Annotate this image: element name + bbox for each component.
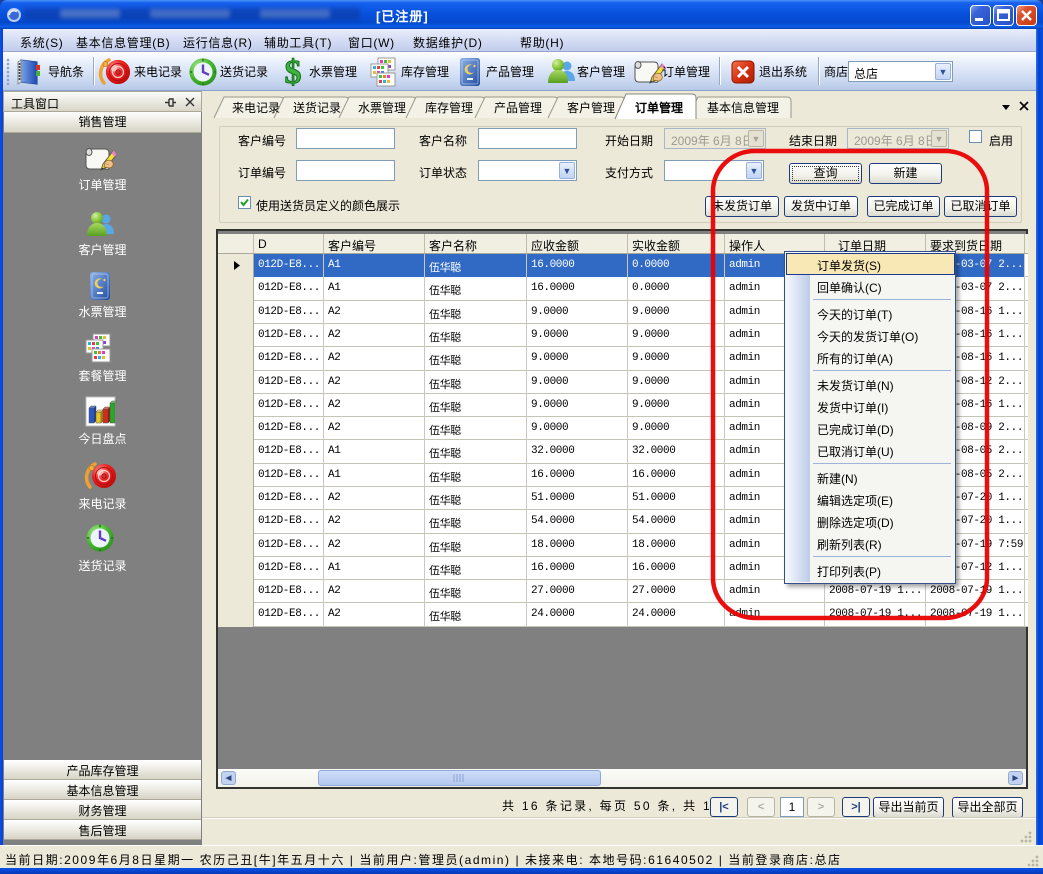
svg-text:客户管理: 客户管理 xyxy=(567,100,615,115)
svg-text:产品管理: 产品管理 xyxy=(494,100,542,115)
svg-text:送货记录: 送货记录 xyxy=(293,100,341,115)
svg-text:库存管理: 库存管理 xyxy=(425,100,473,115)
svg-text:基本信息管理: 基本信息管理 xyxy=(707,100,779,115)
svg-text:来电记录: 来电记录 xyxy=(232,101,280,115)
svg-text:$: $ xyxy=(285,54,302,90)
svg-text:订单管理: 订单管理 xyxy=(635,100,683,115)
svg-text:水票管理: 水票管理 xyxy=(358,100,406,115)
